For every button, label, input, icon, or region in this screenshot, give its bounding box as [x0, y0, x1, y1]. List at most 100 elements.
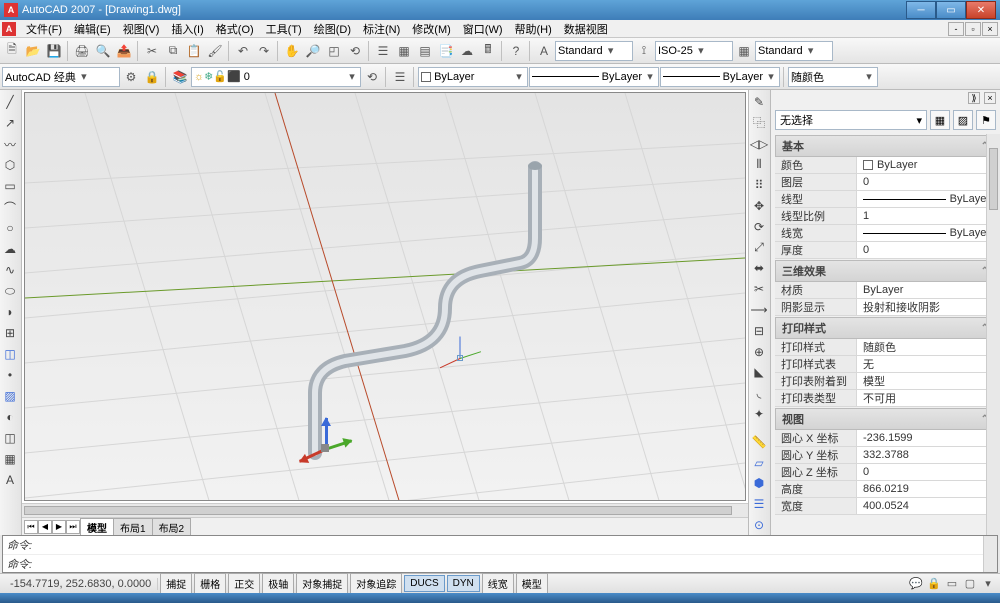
tab-prev[interactable]: ◀	[38, 520, 52, 534]
prop-material[interactable]: ByLayer	[857, 282, 996, 298]
tab-layout1[interactable]: 布局1	[113, 518, 153, 536]
markup-icon[interactable]: ☁	[457, 41, 477, 61]
tab-layout2[interactable]: 布局2	[152, 518, 192, 536]
command-window[interactable]: 命令: 命令:	[2, 535, 998, 573]
qnew-icon[interactable]: 🗎	[2, 41, 22, 61]
layer-states-icon[interactable]: ☰	[390, 67, 410, 87]
make-block-icon[interactable]: ◫	[0, 344, 20, 364]
point-icon[interactable]: •	[0, 365, 20, 385]
mtext-icon[interactable]: A	[0, 470, 20, 490]
tab-model[interactable]: 模型	[80, 518, 114, 536]
ortho-toggle[interactable]: 正交	[228, 573, 260, 594]
plot-icon[interactable]: 🖨	[72, 41, 92, 61]
pline-icon[interactable]: 〰	[0, 134, 20, 154]
tab-first[interactable]: ⏮	[24, 520, 38, 534]
plotstyle-combo[interactable]: 随颜色▾	[788, 67, 878, 87]
revcloud-icon[interactable]: ☁	[0, 239, 20, 259]
comm-center-icon[interactable]: 💬	[908, 576, 924, 592]
prop-lineweight[interactable]: ByLayer	[857, 225, 996, 241]
lineweight-combo[interactable]: ByLayer▾	[660, 67, 780, 87]
model-toggle[interactable]: 模型	[516, 573, 548, 594]
prop-height[interactable]: 866.0219	[857, 481, 996, 497]
pickadd-icon[interactable]: ⚑	[976, 110, 996, 130]
command-input[interactable]: 命令:	[3, 555, 983, 574]
lock-ui-icon[interactable]: 🔒	[926, 576, 942, 592]
extend-icon[interactable]: ⟶	[749, 300, 769, 320]
selectobj-icon[interactable]: ▨	[953, 110, 973, 130]
group-plot[interactable]: 打印样式⌃	[775, 317, 996, 339]
mdi-minimize[interactable]: -	[948, 22, 964, 36]
break-icon[interactable]: ⊟	[749, 321, 769, 341]
circle-icon[interactable]: ○	[0, 218, 20, 238]
command-scrollbar[interactable]	[983, 536, 997, 572]
panel-autohide[interactable]: ⟫	[968, 92, 980, 104]
region-mass-icon[interactable]: ⬢	[749, 474, 769, 494]
coordinates-display[interactable]: -154.7719, 252.6830, 0.0000	[4, 578, 158, 590]
tab-next[interactable]: ▶	[52, 520, 66, 534]
ellipse-arc-icon[interactable]: ◗	[0, 302, 20, 322]
tray-menu-icon[interactable]: ▾	[980, 576, 996, 592]
group-3d[interactable]: 三维效果⌃	[775, 260, 996, 282]
dyn-toggle[interactable]: DYN	[447, 575, 480, 592]
scale-icon[interactable]: ⤢	[749, 238, 769, 258]
text-style-icon[interactable]: A	[534, 41, 554, 61]
tool-palette-icon[interactable]: ▤	[415, 41, 435, 61]
hatch-icon[interactable]: ▨	[0, 386, 20, 406]
prop-plottable[interactable]: 无	[857, 356, 996, 372]
polar-toggle[interactable]: 极轴	[262, 573, 294, 594]
menu-tools[interactable]: 工具(T)	[260, 20, 308, 38]
prop-thickness[interactable]: 0	[857, 242, 996, 258]
rectangle-icon[interactable]: ▭	[0, 176, 20, 196]
id-icon[interactable]: ⊙	[749, 515, 769, 535]
mdi-close[interactable]: ×	[982, 22, 998, 36]
polygon-icon[interactable]: ⬡	[0, 155, 20, 175]
table-style-combo[interactable]: Standard▾	[755, 41, 833, 61]
copy-icon[interactable]: ⧉	[163, 41, 183, 61]
offset-icon[interactable]: ⫴	[749, 154, 769, 174]
workspace-combo[interactable]: AutoCAD 经典▾	[2, 67, 120, 87]
group-view[interactable]: 视图⌃	[775, 408, 996, 430]
zoom-prev-icon[interactable]: ⟲	[345, 41, 365, 61]
rotate-icon[interactable]: ⟳	[749, 217, 769, 237]
selection-combo[interactable]: 无选择▾	[775, 110, 927, 130]
menu-draw[interactable]: 绘图(D)	[308, 20, 357, 38]
ducs-toggle[interactable]: DUCS	[404, 575, 444, 592]
plot-preview-icon[interactable]: 🔍	[93, 41, 113, 61]
chamfer-icon[interactable]: ◣	[749, 363, 769, 383]
workspace-lock-icon[interactable]: 🔒	[142, 67, 162, 87]
dim-style-combo[interactable]: ISO-25▾	[655, 41, 733, 61]
save-icon[interactable]: 💾	[44, 41, 64, 61]
mirror-icon[interactable]: ◁▷	[749, 134, 769, 154]
spline-icon[interactable]: ∿	[0, 260, 20, 280]
hardware-accel-icon[interactable]: ▭	[944, 576, 960, 592]
prop-layer[interactable]: 0	[857, 174, 996, 190]
move-icon[interactable]: ✥	[749, 196, 769, 216]
layer-prev-icon[interactable]: ⟲	[362, 67, 382, 87]
zoom-rt-icon[interactable]: 🔎	[303, 41, 323, 61]
quickselect-icon[interactable]: ▦	[930, 110, 950, 130]
properties-scrollbar[interactable]	[986, 134, 1000, 535]
prop-plotattach[interactable]: 模型	[857, 373, 996, 389]
menu-dimension[interactable]: 标注(N)	[357, 20, 406, 38]
help-icon[interactable]: ?	[506, 41, 526, 61]
cut-icon[interactable]: ✂	[142, 41, 162, 61]
dim-style-icon[interactable]: ⟟	[634, 41, 654, 61]
menu-insert[interactable]: 插入(I)	[165, 20, 209, 38]
clean-screen-icon[interactable]: ▢	[962, 576, 978, 592]
mdi-restore[interactable]: ▫	[965, 22, 981, 36]
group-basic[interactable]: 基本⌃	[775, 135, 996, 157]
prop-ltscale[interactable]: 1	[857, 208, 996, 224]
model-viewport[interactable]	[24, 92, 746, 501]
menu-window[interactable]: 窗口(W)	[457, 20, 509, 38]
pipe-object[interactable]	[25, 93, 745, 500]
prop-color[interactable]: ByLayer	[857, 157, 996, 173]
lwt-toggle[interactable]: 线宽	[482, 573, 514, 594]
arc-icon[interactable]: ⌒	[0, 197, 20, 217]
redo-icon[interactable]: ↷	[254, 41, 274, 61]
snap-toggle[interactable]: 捕捉	[160, 573, 192, 594]
join-icon[interactable]: ⊕	[749, 342, 769, 362]
tab-last[interactable]: ⏭	[66, 520, 80, 534]
zoom-window-icon[interactable]: ◰	[324, 41, 344, 61]
osnap-toggle[interactable]: 对象捕捉	[296, 573, 348, 594]
text-style-combo[interactable]: Standard▾	[555, 41, 633, 61]
